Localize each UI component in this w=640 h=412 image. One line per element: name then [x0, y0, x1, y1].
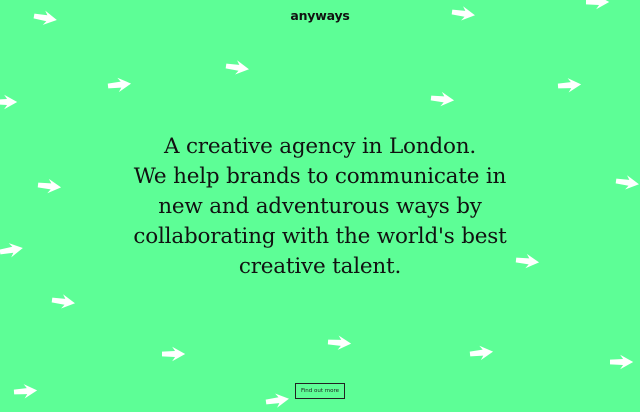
white-arrow-icon: [327, 334, 352, 351]
white-arrow-icon: [107, 76, 132, 94]
headline-line: creative talent.: [238, 254, 402, 279]
white-arrow-icon: [430, 90, 455, 108]
white-arrow-icon: [50, 292, 76, 311]
white-arrow-icon: [224, 58, 250, 77]
white-arrow-icon: [610, 354, 634, 370]
headline-line: collaborating with the world's best: [133, 224, 507, 249]
brand-logo[interactable]: anyways: [0, 6, 640, 26]
headline-line: new and adventurous ways by: [158, 194, 482, 219]
headline: A creative agency in London. We help bra…: [80, 132, 560, 282]
white-arrow-icon: [469, 344, 494, 362]
white-arrow-icon: [0, 240, 25, 260]
headline-line: We help brands to communicate in: [133, 164, 507, 189]
white-arrow-icon: [162, 346, 186, 362]
white-arrow-icon: [13, 383, 38, 400]
white-arrow-icon: [614, 173, 640, 192]
white-arrow-icon: [37, 177, 62, 195]
headline-line: A creative agency in London.: [163, 134, 477, 159]
find-out-more-button[interactable]: Find out more: [295, 383, 345, 399]
white-arrow-icon: [0, 94, 18, 110]
white-arrow-icon: [557, 77, 582, 94]
white-arrow-icon: [264, 391, 290, 410]
